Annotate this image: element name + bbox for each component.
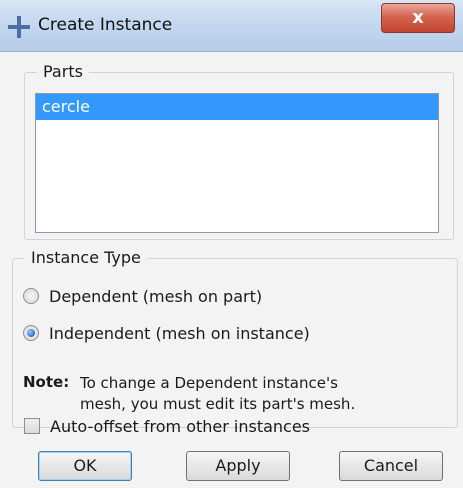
title-bar[interactable]: Create Instance x [0,0,463,52]
dialog-content: Parts cercle Instance Type Dependent (me… [0,52,463,488]
dependent-label: Dependent (mesh on part) [49,286,263,306]
ok-button[interactable]: OK [38,451,132,481]
note-line-2: mesh, you must edit its part's mesh. [80,395,356,413]
auto-offset-label: Auto-offset from other instances [50,416,311,436]
window-title: Create Instance [38,15,173,35]
create-instance-dialog: Create Instance x Parts cercle Instance … [0,0,463,488]
app-icon [8,16,30,38]
apply-button[interactable]: Apply [186,451,290,481]
cancel-button[interactable]: Cancel [339,451,443,481]
independent-label: Independent (mesh on instance) [49,323,310,343]
parts-list[interactable]: cercle [35,93,439,233]
note-label: Note: [23,373,70,391]
independent-option[interactable]: Independent (mesh on instance) [23,321,310,345]
note-text: To change a Dependent instance's mesh, y… [80,373,450,415]
close-button[interactable]: x [381,3,455,33]
dependent-radio[interactable] [23,288,39,304]
auto-offset-checkbox[interactable] [24,418,40,434]
parts-group-label: Parts [37,62,89,81]
independent-radio[interactable] [23,325,39,341]
auto-offset-option[interactable]: Auto-offset from other instances [24,414,310,438]
dependent-option[interactable]: Dependent (mesh on part) [23,284,262,308]
parts-group: Parts cercle [24,62,454,240]
parts-list-item[interactable]: cercle [36,94,438,120]
instance-type-group: Instance Type Dependent (mesh on part) I… [12,248,458,428]
instance-type-label: Instance Type [25,248,147,267]
note-line-1: To change a Dependent instance's [80,374,338,392]
